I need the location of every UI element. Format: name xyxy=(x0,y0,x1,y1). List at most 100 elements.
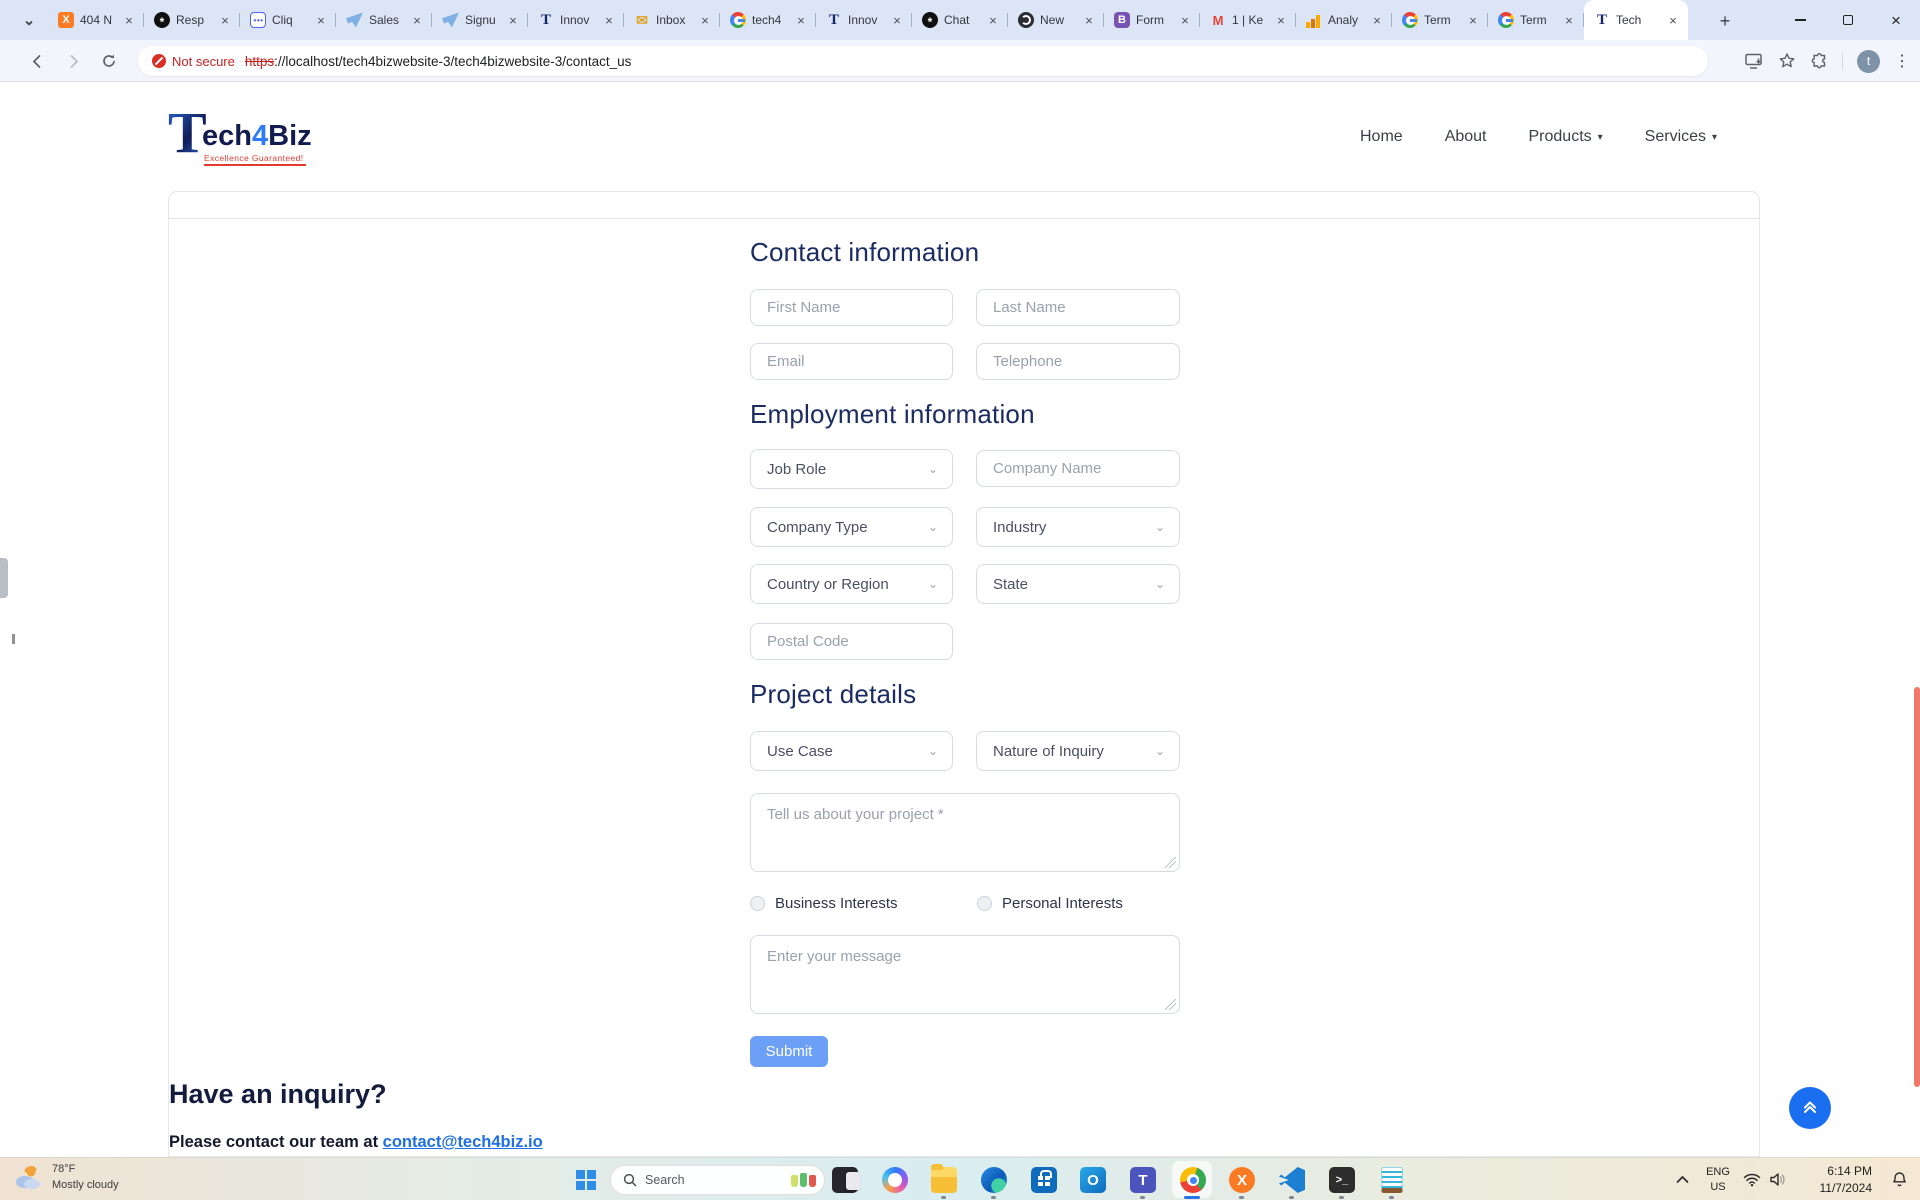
project-textarea[interactable] xyxy=(750,793,1180,872)
tab-close-icon[interactable]: × xyxy=(601,12,617,28)
contact-email-link[interactable]: contact@tech4biz.io xyxy=(383,1133,543,1151)
browser-tab[interactable]: Chat× xyxy=(912,0,1008,40)
browser-tab[interactable]: Innov× xyxy=(816,0,912,40)
extensions-puzzle-icon[interactable] xyxy=(1810,52,1828,70)
browser-menu-icon[interactable]: ⋮ xyxy=(1894,51,1910,71)
profile-avatar[interactable]: t xyxy=(1857,50,1880,73)
postal-code-input[interactable] xyxy=(750,623,953,660)
browser-tab[interactable]: Term× xyxy=(1488,0,1584,40)
language-indicator[interactable]: ENGUS xyxy=(1696,1165,1740,1195)
last-name-input[interactable] xyxy=(976,289,1180,326)
nav-home[interactable]: Home xyxy=(1360,128,1403,146)
left-edge-handle[interactable] xyxy=(0,558,8,598)
minimize-button[interactable] xyxy=(1776,0,1824,40)
tab-close-icon[interactable]: × xyxy=(505,12,521,28)
tab-close-icon[interactable]: × xyxy=(1369,12,1385,28)
submit-button[interactable]: Submit xyxy=(750,1036,828,1067)
tray-chevron-button[interactable] xyxy=(1668,1166,1696,1194)
company-name-input[interactable] xyxy=(976,450,1180,487)
notepad-button[interactable] xyxy=(1378,1166,1406,1194)
browser-tab[interactable]: Term× xyxy=(1392,0,1488,40)
state-select[interactable]: State⌄ xyxy=(976,564,1180,604)
chrome-button[interactable] xyxy=(1179,1166,1207,1194)
maximize-button[interactable] xyxy=(1824,0,1872,40)
tab-close-icon[interactable]: × xyxy=(1177,12,1193,28)
business-interests-radio[interactable]: Business Interests xyxy=(750,895,898,912)
nav-products[interactable]: Products▾ xyxy=(1529,128,1603,146)
browser-tab[interactable]: tech4× xyxy=(720,0,816,40)
browser-tab[interactable]: Cliq× xyxy=(240,0,336,40)
tab-search-chevron-icon[interactable]: ⌄ xyxy=(16,7,42,33)
copilot-button[interactable] xyxy=(881,1166,909,1194)
browser-tab[interactable]: 404 N× xyxy=(48,0,144,40)
file-explorer-button[interactable] xyxy=(930,1166,958,1194)
tab-close-icon[interactable]: × xyxy=(697,12,713,28)
browser-tab[interactable]: 1 | Ke× xyxy=(1200,0,1296,40)
clock-widget[interactable]: 6:14 PM 11/7/2024 xyxy=(1798,1163,1872,1197)
wifi-button[interactable] xyxy=(1740,1166,1764,1194)
tab-close-icon[interactable]: × xyxy=(313,12,329,28)
tab-close-icon[interactable]: × xyxy=(889,12,905,28)
tab-close-icon[interactable]: × xyxy=(793,12,809,28)
terminal-button[interactable] xyxy=(1328,1166,1356,1194)
tab-close-icon[interactable]: × xyxy=(121,12,137,28)
page-scrollbar[interactable] xyxy=(1914,687,1920,1087)
task-view-button[interactable] xyxy=(831,1166,859,1194)
browser-tab[interactable]: Analy× xyxy=(1296,0,1392,40)
microsoft-store-button[interactable] xyxy=(1030,1166,1058,1194)
address-bar[interactable]: Not secure https://localhost/tech4bizweb… xyxy=(138,46,1708,76)
security-chip[interactable]: Not secure xyxy=(152,54,235,69)
outlook-button[interactable] xyxy=(1079,1166,1107,1194)
back-button[interactable] xyxy=(22,46,52,76)
browser-toolbar: Not secure https://localhost/tech4bizweb… xyxy=(0,40,1920,82)
message-textarea[interactable] xyxy=(750,935,1180,1014)
use-case-select[interactable]: Use Case⌄ xyxy=(750,731,953,771)
tab-close-icon[interactable]: × xyxy=(409,12,425,28)
company-type-select[interactable]: Company Type⌄ xyxy=(750,507,953,547)
industry-select[interactable]: Industry⌄ xyxy=(976,507,1180,547)
refresh-button[interactable] xyxy=(94,46,124,76)
close-window-button[interactable]: × xyxy=(1872,0,1920,40)
taskbar-search[interactable]: Search xyxy=(610,1165,825,1195)
radio-icon[interactable] xyxy=(750,896,765,911)
first-name-input[interactable] xyxy=(750,289,953,326)
forward-button[interactable] xyxy=(58,46,88,76)
browser-tab-active[interactable]: Tech× xyxy=(1584,0,1688,40)
scroll-to-top-button[interactable] xyxy=(1789,1087,1831,1129)
tab-close-icon[interactable]: × xyxy=(1273,12,1289,28)
start-button[interactable] xyxy=(572,1166,600,1194)
install-icon[interactable] xyxy=(1745,53,1764,70)
browser-tab[interactable]: New× xyxy=(1008,0,1104,40)
tab-close-icon[interactable]: × xyxy=(985,12,1001,28)
email-input[interactable] xyxy=(750,343,953,380)
edge-button[interactable] xyxy=(980,1166,1008,1194)
tab-close-icon[interactable]: × xyxy=(1561,12,1577,28)
weather-widget[interactable]: 78°F Mostly cloudy xyxy=(12,1162,119,1194)
browser-tab[interactable]: Form× xyxy=(1104,0,1200,40)
site-logo[interactable]: T ech4Biz Excellence Guaranteed! xyxy=(168,103,368,165)
country-select[interactable]: Country or Region⌄ xyxy=(750,564,953,604)
browser-tab[interactable]: Innov× xyxy=(528,0,624,40)
tab-close-icon[interactable]: × xyxy=(1081,12,1097,28)
teams-button[interactable] xyxy=(1129,1166,1157,1194)
tab-close-icon[interactable]: × xyxy=(217,12,233,28)
xampp-button[interactable] xyxy=(1228,1166,1256,1194)
nav-about[interactable]: About xyxy=(1445,128,1487,146)
bookmark-star-icon[interactable] xyxy=(1778,52,1796,70)
tab-close-icon[interactable]: × xyxy=(1465,12,1481,28)
volume-button[interactable] xyxy=(1764,1166,1792,1194)
browser-tab[interactable]: Sales× xyxy=(336,0,432,40)
browser-tab[interactable]: Signu× xyxy=(432,0,528,40)
personal-interests-radio[interactable]: Personal Interests xyxy=(977,895,1123,912)
radio-icon[interactable] xyxy=(977,896,992,911)
new-tab-button[interactable]: + xyxy=(1712,8,1738,34)
telephone-input[interactable] xyxy=(976,343,1180,380)
nav-services[interactable]: Services▾ xyxy=(1645,128,1717,146)
browser-tab[interactable]: Resp× xyxy=(144,0,240,40)
browser-tab[interactable]: Inbox× xyxy=(624,0,720,40)
vscode-button[interactable] xyxy=(1278,1166,1306,1194)
notifications-button[interactable] xyxy=(1882,1166,1916,1194)
job-role-select[interactable]: Job Role⌄ xyxy=(750,449,953,489)
tab-close-icon[interactable]: × xyxy=(1665,12,1681,28)
nature-of-inquiry-select[interactable]: Nature of Inquiry⌄ xyxy=(976,731,1180,771)
